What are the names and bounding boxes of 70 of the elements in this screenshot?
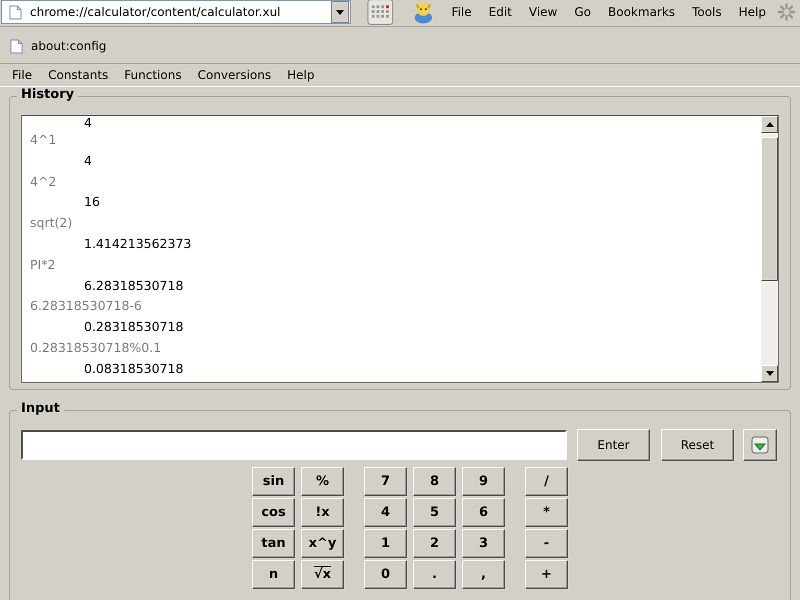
caret-icon xyxy=(336,10,344,14)
menu-item[interactable]: Bookmarks xyxy=(600,5,684,19)
insert-button[interactable] xyxy=(743,429,777,461)
result-text: 4 xyxy=(83,116,93,130)
scroll-up-button[interactable] xyxy=(761,116,778,133)
menu-item[interactable]: Constants xyxy=(40,68,116,82)
keypad-button[interactable]: cos xyxy=(252,498,295,527)
keypad-button[interactable]: / xyxy=(525,467,568,496)
result-text: 0.28318530718 xyxy=(83,318,184,336)
tab-label: about:config xyxy=(31,39,106,53)
keypad-button[interactable]: 9 xyxy=(462,467,505,496)
keypad-button[interactable]: 5 xyxy=(413,498,456,527)
keypad-button[interactable]: + xyxy=(525,560,568,589)
menu-item[interactable]: File xyxy=(4,68,40,82)
page-icon xyxy=(10,38,23,54)
result-text: 1.414213562373 xyxy=(83,234,192,253)
keypad-button[interactable]: 6 xyxy=(462,498,505,527)
keypad-button[interactable]: 2 xyxy=(413,529,456,558)
keypad-button[interactable]: , xyxy=(462,560,505,589)
keypad-button[interactable]: 0 xyxy=(364,560,407,589)
group-title: History xyxy=(17,87,78,102)
keypad-button[interactable]: 8 xyxy=(413,467,456,496)
keypad-button[interactable]: 1 xyxy=(364,529,407,558)
keypad-button[interactable]: % xyxy=(301,467,344,496)
menu-item[interactable]: Tools xyxy=(684,5,731,19)
expression-text: 4^1 xyxy=(30,131,58,149)
keypad-button[interactable]: n xyxy=(252,560,295,589)
keypad-button[interactable]: !x xyxy=(301,498,344,527)
input-field[interactable] xyxy=(21,430,567,460)
menu-item[interactable]: Help xyxy=(730,5,775,19)
expression-text: 6.28318530718-6 xyxy=(30,297,143,316)
action-button[interactable]: Reset xyxy=(661,429,734,461)
calendar-icon[interactable] xyxy=(367,0,394,26)
scroll-thumb[interactable] xyxy=(761,137,778,281)
keypad-button[interactable]: * xyxy=(525,498,568,527)
result-text: 4 xyxy=(83,152,93,170)
keypad-button[interactable]: 7 xyxy=(364,467,407,496)
keypad-button[interactable]: x^y xyxy=(301,529,344,558)
keypad-button[interactable]: . xyxy=(413,560,456,589)
action-button[interactable]: Enter xyxy=(577,429,650,461)
result-text: 6.28318530718 xyxy=(83,276,184,295)
keypad-button[interactable]: tan xyxy=(252,529,295,558)
menu-item[interactable]: Functions xyxy=(116,68,190,82)
keypad-button[interactable]: √x xyxy=(301,560,344,589)
address-field[interactable]: chrome://calculator/content/calculator.xul xyxy=(1,0,352,24)
scrollbar[interactable] xyxy=(761,116,778,382)
expression-text: 4^2 xyxy=(30,172,58,191)
browser-tab[interactable]: about:config xyxy=(0,34,114,58)
expression-text: 0.28318530718%0.1 xyxy=(30,338,162,357)
expression-text: sqrt(2) xyxy=(30,214,74,232)
menu-item[interactable]: Edit xyxy=(480,5,521,19)
group-title: Input xyxy=(17,401,64,416)
keypad-button[interactable]: sin xyxy=(252,467,295,496)
result-text: 0.08318530718 xyxy=(83,360,184,378)
page-icon xyxy=(9,4,22,20)
result-text: 16 xyxy=(83,193,101,212)
menu-item[interactable]: Conversions xyxy=(190,68,280,82)
keypad-button[interactable]: 3 xyxy=(462,529,505,558)
down-arrow-icon xyxy=(766,371,774,376)
expression-text: PI*2 xyxy=(30,256,56,274)
menu-item[interactable]: View xyxy=(520,5,566,19)
menu-item[interactable]: Help xyxy=(279,68,322,82)
keypad-button[interactable]: - xyxy=(525,529,568,558)
menu-item[interactable]: File xyxy=(444,5,481,19)
dropdown-button[interactable] xyxy=(331,1,350,23)
throbber-icon xyxy=(776,2,796,22)
up-arrow-icon xyxy=(766,122,774,127)
menu-item[interactable]: Go xyxy=(566,5,600,19)
keypad-button[interactable]: 4 xyxy=(364,498,407,527)
scroll-down-button[interactable] xyxy=(761,365,778,382)
